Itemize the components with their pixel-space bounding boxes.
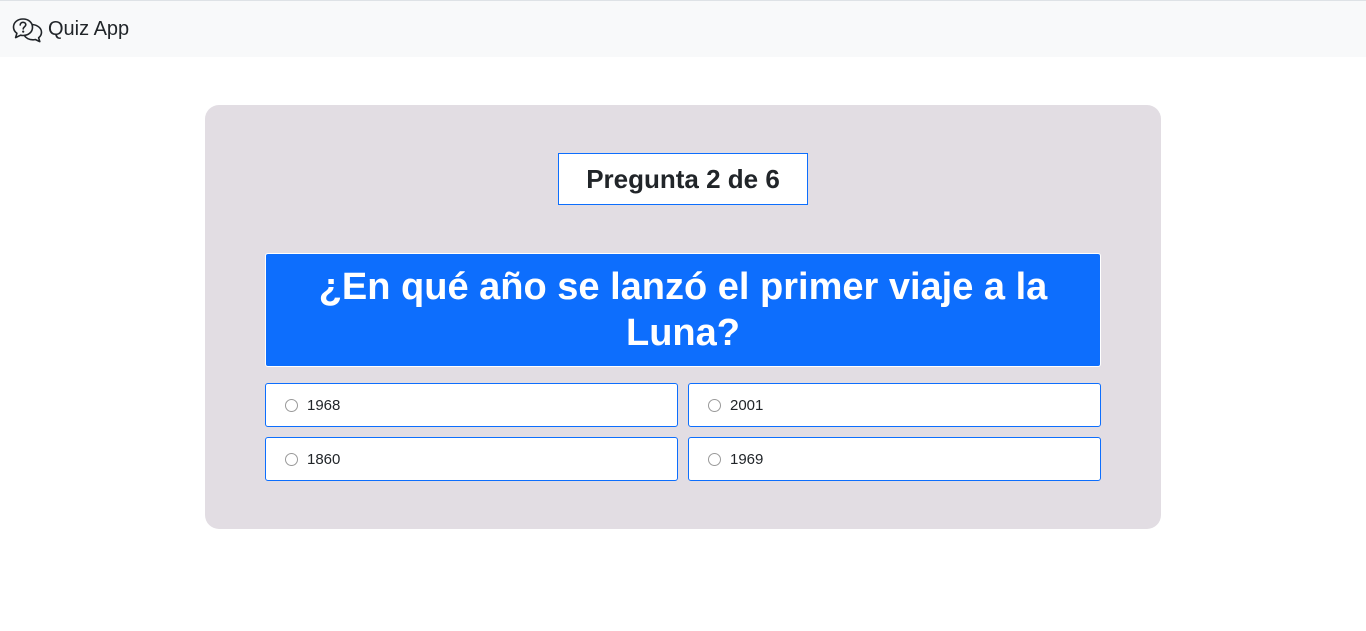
brand-label: Quiz App [48, 18, 130, 40]
radio-button[interactable] [708, 452, 721, 466]
answer-option-3[interactable]: 1860 [265, 437, 678, 481]
brand-link[interactable]: Quiz App [12, 17, 129, 43]
answer-option-4[interactable]: 1969 [688, 437, 1101, 481]
question-counter: Pregunta 2 de 6 [558, 153, 808, 205]
answer-option-2[interactable]: 2001 [688, 383, 1101, 427]
radio-button[interactable] [285, 398, 298, 412]
question-text: ¿En qué año se lanzó el primer viaje a l… [265, 253, 1101, 367]
answer-option-1[interactable]: 1968 [265, 383, 678, 427]
question-chat-icon [12, 17, 44, 43]
radio-button[interactable] [285, 452, 298, 466]
answer-option-label: 1968 [307, 396, 341, 414]
quiz-card: Pregunta 2 de 6 ¿En qué año se lanzó el … [205, 105, 1161, 529]
answer-option-label: 2001 [730, 396, 764, 414]
radio-button[interactable] [708, 398, 721, 412]
answer-option-label: 1969 [730, 450, 764, 468]
navbar: Quiz App [0, 0, 1366, 57]
answer-option-label: 1860 [307, 450, 341, 468]
